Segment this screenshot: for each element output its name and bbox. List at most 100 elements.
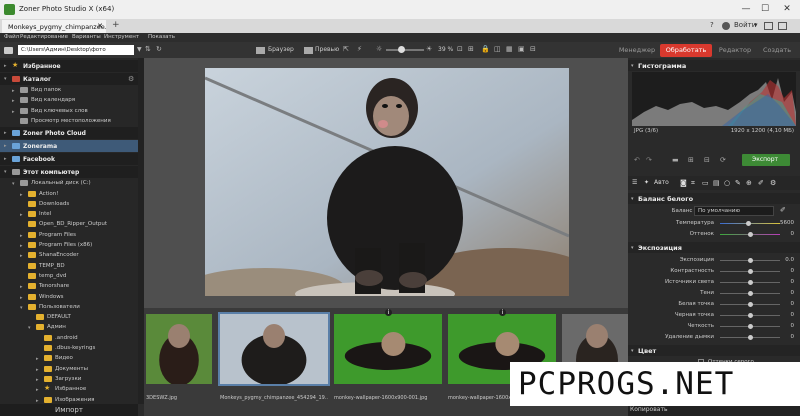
filmstrip-thumbnail[interactable] — [334, 314, 442, 384]
tree-item[interactable]: ▸ Intel — [0, 210, 138, 219]
expand-arrow-icon[interactable]: ▸ — [12, 88, 15, 94]
mode-manager-tab[interactable]: Менеджер — [616, 44, 658, 57]
temperature-slider[interactable] — [746, 221, 751, 226]
expand-arrow-icon[interactable]: ▸ — [4, 143, 7, 149]
tree-item[interactable]: ▸ Zoner Photo Cloud — [0, 127, 138, 140]
expand-arrow-icon[interactable]: ▸ — [20, 295, 23, 301]
tree-item[interactable]: ▸ Вид календаря — [0, 96, 138, 105]
actual-size-icon[interactable]: ⊞ — [468, 45, 474, 53]
tree-item[interactable]: ▸ Вид папок — [0, 86, 138, 95]
lock-icon[interactable]: 🔒 — [481, 45, 490, 53]
menu-file[interactable]: Файл — [4, 34, 19, 40]
login-dropdown-icon[interactable]: ▾ — [754, 21, 758, 29]
zoom-in-icon[interactable]: ☀ — [426, 45, 432, 53]
zoom-out-icon[interactable]: ☼ — [376, 45, 382, 53]
mode-editor-tab[interactable]: Редактор — [716, 44, 754, 57]
brush-icon[interactable]: ✎ — [735, 179, 741, 187]
expand-arrow-icon[interactable]: ▸ — [4, 130, 7, 136]
crop-icon[interactable]: ⌗ — [691, 179, 695, 188]
tree-item[interactable]: Open_BD_Ripper_Output — [0, 220, 138, 229]
tree-item[interactable]: Downloads — [0, 200, 138, 209]
tree-item[interactable]: ▸ Вид ключевых слов — [0, 107, 138, 116]
undo-icon[interactable]: ↶ — [634, 156, 640, 164]
menu-variants[interactable]: Варианты — [72, 34, 101, 40]
tree-item[interactable]: temp_dvd — [0, 272, 138, 281]
compare-icon[interactable]: ◫ — [494, 45, 501, 53]
filmstrip-thumbnail[interactable] — [146, 314, 212, 384]
expand-arrow-icon[interactable]: ▸ — [36, 367, 39, 373]
sort-icon[interactable]: ⇅ — [145, 45, 151, 53]
tree-item[interactable]: TEMP_BD — [0, 262, 138, 271]
expand-arrow-icon[interactable]: ▸ — [12, 98, 15, 104]
expand-arrow-icon[interactable]: ▸ — [36, 356, 39, 362]
info-icon[interactable]: i — [499, 309, 506, 316]
collapse-arrow-icon[interactable]: ▾ — [12, 181, 15, 187]
before-after-icon[interactable]: ▬ — [672, 156, 679, 164]
wb-preset-select[interactable]: По умолчанию — [694, 206, 774, 216]
fullscreen-icon[interactable] — [778, 22, 787, 30]
expand-arrow-icon[interactable]: ▸ — [20, 192, 23, 198]
slider-knob[interactable] — [748, 324, 753, 329]
redo-icon[interactable]: ↷ — [646, 156, 652, 164]
tree-item[interactable]: Просмотр местоположения — [0, 117, 138, 126]
menu-view[interactable]: Показать — [148, 34, 175, 40]
tree-item[interactable]: ▾ Этот компьютер — [0, 166, 138, 179]
reset-icon[interactable]: ⟳ — [720, 156, 726, 164]
menu-tool[interactable]: Инструмент — [104, 34, 139, 40]
browser-button[interactable]: Браузер — [268, 46, 294, 53]
collapse-arrow-icon[interactable]: ▾ — [28, 325, 31, 331]
tree-item[interactable]: ▸ Документы — [0, 365, 138, 374]
color-section-header[interactable]: ▾ Цвет — [628, 345, 800, 356]
mode-develop-tab[interactable]: Обработать — [660, 44, 712, 57]
filter-icon[interactable]: ▼ — [137, 46, 142, 53]
slider-knob[interactable] — [748, 291, 753, 296]
expand-arrow-icon[interactable]: ▸ — [20, 284, 23, 290]
expand-arrow-icon[interactable]: ▸ — [4, 63, 7, 69]
maximize-button[interactable]: ☐ — [757, 3, 773, 16]
tree-item[interactable]: ▸ ShanaEncoder — [0, 251, 138, 260]
tree-item[interactable]: DEFAULT — [0, 313, 138, 322]
expand-arrow-icon[interactable]: ▸ — [20, 212, 23, 218]
close-button[interactable]: ✕ — [779, 3, 795, 16]
copy-settings-icon[interactable]: ⊞ — [688, 156, 694, 164]
minimize-button[interactable]: — — [738, 3, 754, 16]
grid-icon[interactable]: ▦ — [506, 45, 513, 53]
expand-arrow-icon[interactable]: ▸ — [20, 243, 23, 249]
camera-icon[interactable]: ◙ — [680, 179, 687, 187]
help-icon[interactable]: ? — [710, 21, 714, 29]
fit-icon[interactable]: ⊡ — [457, 45, 463, 53]
tree-item[interactable]: ▾ Пользователи — [0, 303, 138, 312]
tree-item[interactable]: ▸ Facebook — [0, 153, 138, 166]
tree-item[interactable]: ▸ Zonerama — [0, 140, 138, 153]
zoom-slider[interactable] — [386, 49, 424, 51]
tree-item[interactable]: ▸ ★ Избранное — [0, 60, 138, 72]
expand-arrow-icon[interactable]: ▸ — [36, 398, 39, 404]
straighten-icon[interactable]: ▭ — [702, 179, 709, 187]
slider-knob[interactable] — [748, 269, 753, 274]
tree-item[interactable]: ▸ Загрузки — [0, 375, 138, 384]
expand-arrow-icon[interactable]: ▸ — [20, 233, 23, 239]
circle-filter-icon[interactable]: ○ — [724, 179, 730, 187]
mode-create-tab[interactable]: Создать — [758, 44, 796, 57]
document-tab[interactable]: Monkeys_pygmy_chimpanzee... ✕ — [2, 20, 106, 33]
expand-arrow-icon[interactable]: ▸ — [36, 387, 39, 393]
heal-icon[interactable]: ⊕ — [746, 179, 752, 187]
adjustments-icon[interactable]: ☰ — [632, 179, 637, 186]
slider-knob[interactable] — [748, 313, 753, 318]
copy-button[interactable]: Копировать — [630, 406, 667, 413]
pen-icon[interactable]: ✐ — [758, 179, 764, 187]
eyedropper-icon[interactable]: ✐ — [780, 206, 786, 214]
white-balance-section-header[interactable]: ▾ Баланс белого — [628, 193, 800, 204]
paste-settings-icon[interactable]: ⊟ — [704, 156, 710, 164]
expand-arrow-icon[interactable]: ▸ — [20, 253, 23, 259]
expand-arrow-icon[interactable]: ▸ — [12, 109, 15, 115]
expand-arrow-icon[interactable]: ▸ — [4, 156, 7, 162]
tree-item[interactable]: ▾ Админ — [0, 323, 138, 332]
collapse-arrow-icon[interactable]: ▾ — [4, 76, 7, 82]
tree-item[interactable]: ▸ Windows — [0, 293, 138, 302]
zoom-slider-knob[interactable] — [398, 46, 405, 53]
preview-icon[interactable] — [304, 47, 313, 54]
tree-item[interactable]: .dbus-keyrings — [0, 344, 138, 353]
path-input[interactable]: C:\Users\Админ\Desktop\фото — [18, 45, 134, 55]
tags-icon[interactable]: ⊟ — [530, 45, 536, 53]
